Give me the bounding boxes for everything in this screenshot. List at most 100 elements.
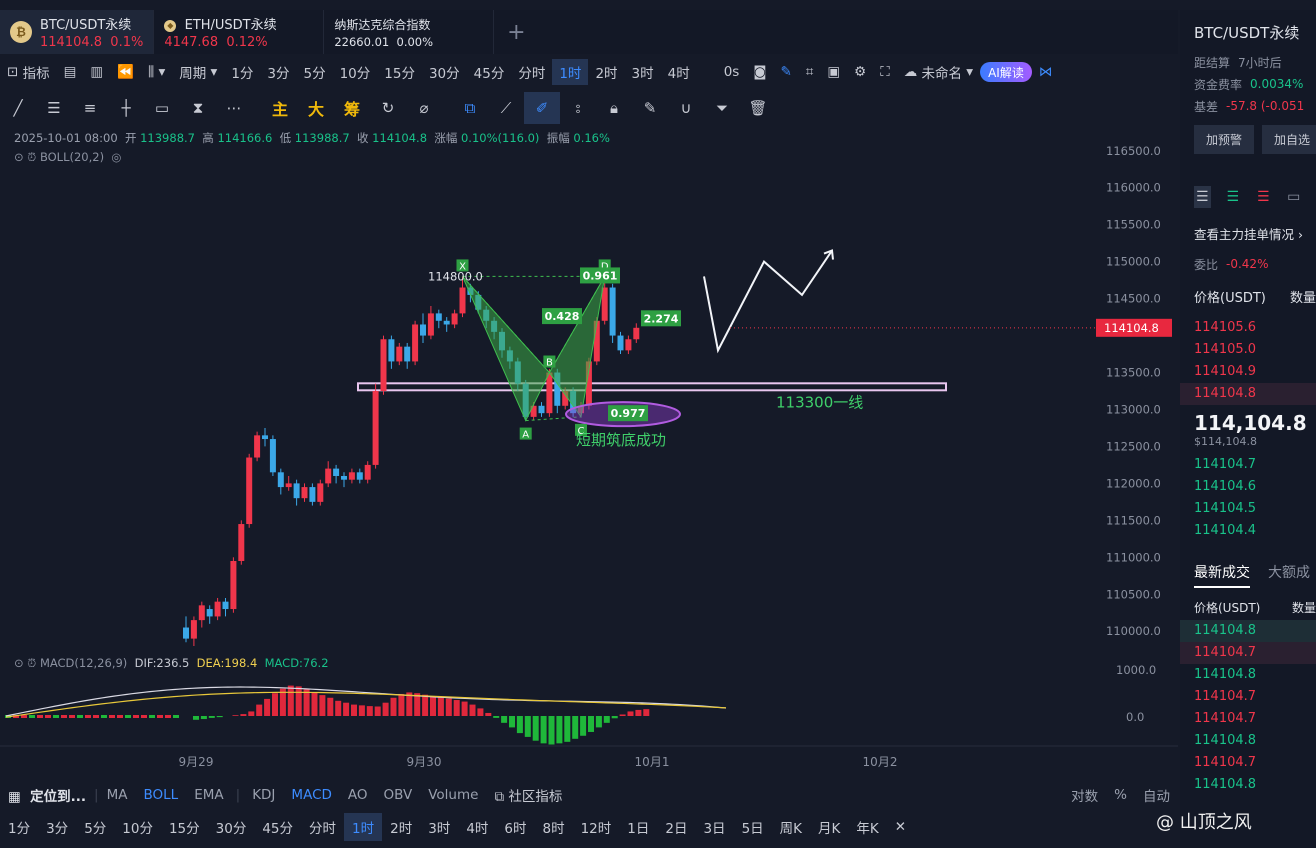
trash-icon[interactable]: 🗑︎ (740, 92, 776, 124)
interval-7[interactable]: 分时 (511, 59, 552, 85)
draw-off-icon[interactable]: ⌀ (406, 92, 442, 124)
interval-4[interactable]: 15分 (377, 59, 422, 85)
bottom-interval-16[interactable]: 2日 (657, 817, 695, 837)
rewind-icon[interactable]: ⏪ (110, 59, 141, 85)
bid-row[interactable]: 114104.4 (1180, 520, 1316, 542)
chips-button[interactable]: 筹 (334, 92, 370, 124)
camera-icon[interactable]: ◙ (746, 59, 773, 85)
indicator-kdj[interactable]: KDJ (244, 787, 283, 803)
settings-icon[interactable]: ⚙ (847, 59, 873, 85)
bottom-interval-10[interactable]: 3时 (420, 817, 458, 837)
bottom-interval-5[interactable]: 30分 (208, 817, 255, 837)
bid-row[interactable]: 114104.5 (1180, 498, 1316, 520)
pen-icon[interactable]: ✎ (773, 59, 798, 85)
bottom-interval-13[interactable]: 8时 (535, 817, 573, 837)
bottom-interval-1[interactable]: 3分 (38, 817, 76, 837)
bottom-interval-14[interactable]: 12时 (573, 817, 620, 837)
bottom-interval-8[interactable]: 1时 (344, 813, 383, 841)
orderbook-asks-icon[interactable]: ☰ (1255, 186, 1272, 208)
interval-5[interactable]: 30分 (422, 59, 467, 85)
bottom-interval-4[interactable]: 15分 (161, 817, 208, 837)
add-watchlist-button[interactable]: 加自选 (1262, 125, 1316, 154)
period-dropdown[interactable]: 周期 ▾ (172, 59, 224, 85)
macd-legend[interactable]: ⊙ ⏰︎ MACD(12,26,9) DIF:236.5 DEA:198.4 M… (14, 656, 329, 671)
interval-11[interactable]: 4时 (661, 59, 697, 85)
auto-scale-button[interactable]: 自动 (1135, 785, 1178, 805)
indicator-obv[interactable]: OBV (376, 787, 421, 803)
indicator-boll[interactable]: BOLL (136, 787, 187, 803)
magnet-pen-icon[interactable]: ✐ (524, 92, 560, 124)
tab-large-trades[interactable]: 大额成 (1268, 562, 1310, 588)
bid-row[interactable]: 114104.7 (1180, 454, 1316, 476)
horizontal-line-icon[interactable]: ┼ (108, 92, 144, 124)
ask-row[interactable]: 114104.8 (1180, 383, 1316, 405)
indicator-ma[interactable]: MA (99, 787, 136, 803)
crop-icon[interactable]: ⌗ (799, 59, 821, 85)
log-scale-button[interactable]: 对数 (1063, 785, 1106, 805)
main-force-button[interactable]: 主 (262, 92, 298, 124)
bottom-interval-17[interactable]: 3日 (695, 817, 733, 837)
interval-2[interactable]: 5分 (297, 59, 333, 85)
tab-eth[interactable]: ◆ ETH/USDT永续 4147.68 0.12% (154, 10, 325, 54)
interval-1[interactable]: 3分 (260, 59, 296, 85)
candlestick-chart[interactable]: 116500.0 116000.0 115500.0 115000.0 114500.0… (0, 126, 1178, 776)
copy-icon[interactable]: ⧉ (452, 92, 488, 124)
community-indicators-button[interactable]: ⧉ 社区指标 (486, 785, 570, 805)
interval-3[interactable]: 10分 (333, 59, 378, 85)
main-force-orders-link[interactable]: 查看主力挂单情况 › (1180, 218, 1316, 249)
orderbook-more-icon[interactable]: ▭ (1286, 186, 1303, 208)
bid-row[interactable]: 114104.6 (1180, 476, 1316, 498)
bottom-interval-19[interactable]: 周K (772, 817, 810, 837)
bottom-interval-11[interactable]: 4时 (458, 817, 496, 837)
pattern-icon[interactable]: ⧗ (180, 92, 216, 124)
magnet-icon[interactable]: ∪ (668, 92, 704, 124)
indicator-ema[interactable]: EMA (186, 787, 231, 803)
bottom-interval-12[interactable]: 6时 (496, 817, 534, 837)
interval-9[interactable]: 2时 (588, 59, 624, 85)
visibility-icon[interactable]: ⦂ (560, 92, 596, 124)
calendar-icon[interactable]: ▤ (57, 59, 84, 85)
percent-scale-button[interactable]: % (1106, 787, 1135, 803)
interval-10[interactable]: 3时 (625, 59, 661, 85)
indicator-ao[interactable]: AO (340, 787, 376, 803)
chart-area[interactable]: 116500.0 116000.0 115500.0 115000.0 114500.0… (0, 126, 1178, 776)
candle-type-icon[interactable]: ⫼ ▾ (141, 59, 172, 85)
note-icon[interactable]: ✎ (632, 92, 668, 124)
indicator-macd[interactable]: MACD (283, 787, 339, 803)
interval-6[interactable]: 45分 (467, 59, 512, 85)
ask-row[interactable]: 114104.9 (1180, 361, 1316, 383)
bottom-interval-3[interactable]: 10分 (114, 817, 161, 837)
ask-row[interactable]: 114105.6 (1180, 317, 1316, 339)
parallel-lines-icon[interactable]: ☰ (36, 92, 72, 124)
bottom-interval-9[interactable]: 2时 (382, 817, 420, 837)
layout-name-dropdown[interactable]: ☁ 未命名 ▾ (897, 59, 980, 85)
screenshot-icon[interactable]: ▣ (820, 59, 847, 85)
indicators-button[interactable]: ⊡ 指标 (0, 59, 57, 85)
bottom-interval-20[interactable]: 月K (810, 817, 848, 837)
bottom-interval-21[interactable]: 年K (848, 817, 886, 837)
trendline-icon[interactable]: ╱ (0, 92, 36, 124)
tab-latest-trades[interactable]: 最新成交 (1194, 562, 1250, 588)
refresh-icon[interactable]: ↻ (370, 92, 406, 124)
ruler-icon[interactable]: ⟋ (488, 92, 524, 124)
big-order-button[interactable]: 大 (298, 92, 334, 124)
boll-legend[interactable]: ⊙ ⏰︎ BOLL(20,2) ◎ (14, 150, 121, 165)
indicator-volume[interactable]: Volume (420, 787, 486, 803)
fullscreen-icon[interactable]: ⛶ (873, 59, 896, 85)
tab-btc[interactable]: ₿ BTC/USDT永续 114104.8 0.1% (0, 10, 155, 54)
bottom-interval-0[interactable]: 1分 (0, 817, 38, 837)
add-tab-button[interactable]: + (494, 10, 538, 54)
bottom-interval-7[interactable]: 分时 (301, 817, 344, 837)
orderbook-bids-icon[interactable]: ☰ (1225, 186, 1242, 208)
lock-icon[interactable]: 🔒︎ (596, 92, 632, 124)
bottom-interval-15[interactable]: 1日 (619, 817, 657, 837)
ai-interpret-button[interactable]: AI解读 (980, 62, 1032, 82)
more-icon[interactable]: ⋯ (216, 92, 252, 124)
bottom-interval-6[interactable]: 45分 (254, 817, 301, 837)
close-icon[interactable]: ✕ (887, 819, 914, 835)
bottom-interval-2[interactable]: 5分 (76, 817, 114, 837)
bottom-interval-18[interactable]: 5日 (734, 817, 772, 837)
locate-button[interactable]: ▦ 定位到... (0, 785, 94, 805)
ask-row[interactable]: 114105.0 (1180, 339, 1316, 361)
share-icon[interactable]: ⋈ (1032, 59, 1060, 85)
